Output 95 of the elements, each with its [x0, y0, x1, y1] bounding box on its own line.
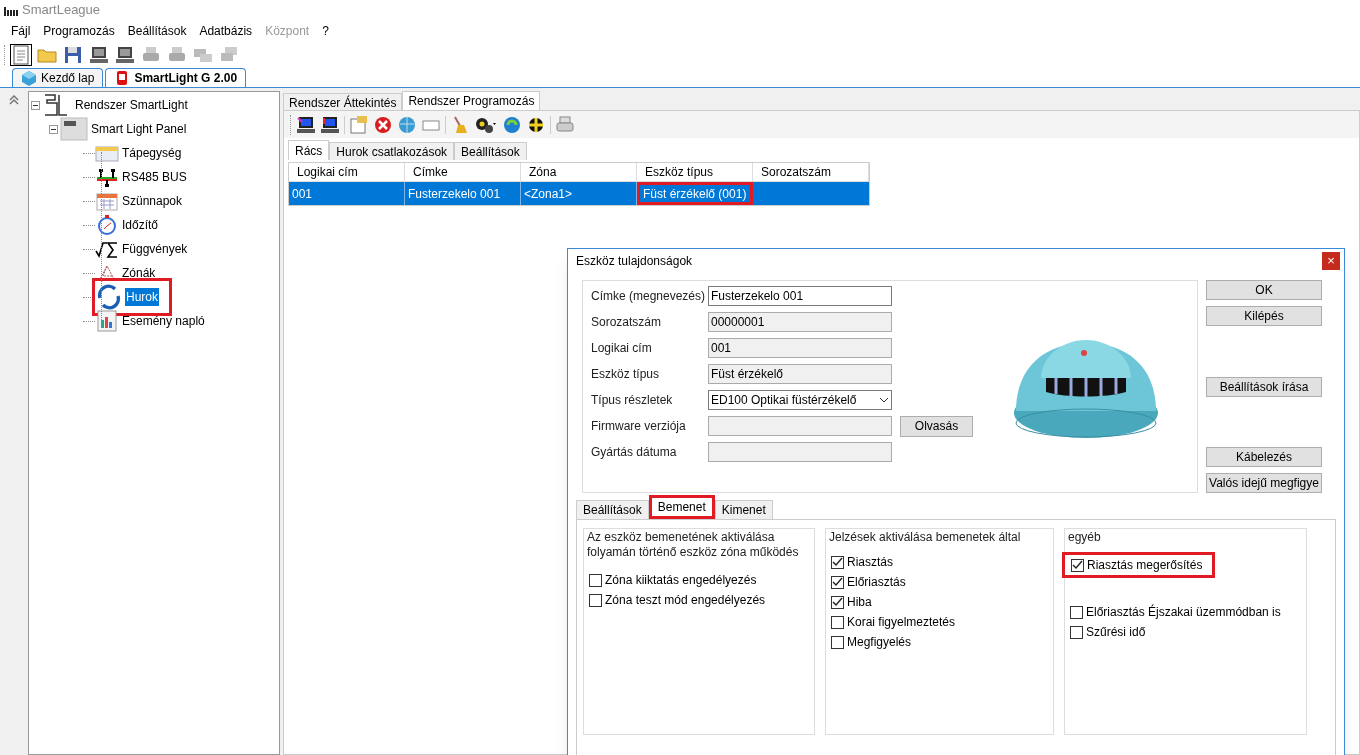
computer-icon [89, 45, 109, 65]
field-label: Gyártás dátuma [591, 444, 678, 461]
stopwatch-icon [95, 214, 119, 236]
checkmark-icon [1072, 560, 1083, 570]
document-tab[interactable]: SmartLight G 2.00 [105, 68, 247, 87]
checkbox[interactable]: Előriasztás [829, 572, 906, 592]
checkbox[interactable]: Zóna teszt mód engedélyezés [587, 590, 766, 610]
tree-item[interactable]: Szünnapok [121, 192, 184, 210]
dialog-button[interactable]: OK [1206, 280, 1322, 300]
input-field[interactable]: Fusterzekelo 001 [708, 286, 892, 306]
computer-icon [320, 114, 340, 135]
checkmark-icon [832, 577, 843, 587]
tab[interactable]: Rendszer Áttekintés [283, 93, 403, 110]
menu-item[interactable]: Beállítások [122, 21, 192, 41]
input-field: 00000001 [708, 312, 892, 332]
table-cell: Fusterzekelo 001 [405, 182, 521, 205]
table-row[interactable]: 001 Fusterzekelo 001 <Zona1> Füst érzékelő (001) [289, 182, 869, 205]
globe-icon [397, 114, 417, 135]
table-cell: <Zona1> [521, 182, 637, 205]
tree-item[interactable]: RS485 BUS [121, 168, 188, 186]
dialog-button[interactable]: Beállítások írása [1206, 376, 1322, 397]
battery-icon [95, 143, 119, 163]
menu-item[interactable]: ? [317, 21, 334, 41]
checkbox[interactable]: Előriasztás Éjszakai üzemmódban is [1068, 602, 1281, 622]
computer-icon [296, 114, 316, 135]
tree-item[interactable]: Függvények [121, 240, 189, 258]
checkbox[interactable]: Zóna kiiktatás engedélyezés [587, 570, 757, 590]
input-field: Füst érzékelő [708, 364, 892, 384]
group-title: Jelzések aktiválása bemenetek által [829, 530, 1022, 545]
network-icon [95, 167, 119, 187]
tree-item[interactable]: Hurok [125, 288, 159, 306]
loop-icon [95, 284, 123, 310]
checkbox[interactable]: Megfigyelés [829, 632, 912, 652]
chart-icon [95, 310, 119, 332]
field-label: Sorozatszám [591, 314, 663, 331]
printer-icon [555, 114, 575, 135]
dialog-button[interactable]: Valós idejű megfigye [1206, 473, 1322, 493]
tab[interactable]: Beállítások [576, 500, 649, 519]
group-title: egyéb [1068, 530, 1102, 545]
table-cell: Füst érzékelő (001) [637, 182, 753, 205]
checkbox[interactable]: Korai figyelmeztetés [829, 612, 956, 632]
field-label: Címke (megnevezés) [591, 288, 707, 305]
tree-item[interactable]: Zónák [121, 264, 157, 282]
computer-icon [115, 45, 135, 65]
close-button[interactable]: × [1322, 252, 1340, 270]
tab[interactable]: Beállítások [454, 142, 527, 160]
tree-item[interactable]: Smart Light Panel [90, 120, 188, 138]
document-icon [11, 45, 31, 65]
delete-icon [373, 114, 393, 135]
collapse-toggle[interactable] [49, 124, 58, 134]
toolbar-button[interactable] [10, 44, 32, 66]
field-label: Típus részletek [591, 392, 674, 409]
group-title: Az eszköz bemenetének aktiválása folyamán történő eszköz zóna működés [587, 530, 800, 560]
field-label: Eszköz típus [591, 366, 661, 383]
collapse-icon [9, 95, 19, 105]
dialog-button[interactable]: Kilépés [1206, 306, 1322, 326]
checkmark-icon [832, 597, 843, 607]
cube-icon [21, 70, 37, 86]
tab[interactable]: Rács [288, 140, 330, 160]
tree-item[interactable]: Tápegység [121, 144, 183, 162]
tab[interactable]: Kimenet [714, 500, 773, 519]
tab[interactable]: Hurok csatlakozások [329, 142, 455, 160]
menu-item[interactable]: Fájl [6, 21, 36, 41]
checkbox[interactable]: Riasztás [829, 552, 893, 572]
column-header[interactable]: Eszköz típus [637, 163, 753, 182]
collapse-toggle[interactable] [31, 100, 40, 110]
document-tab[interactable]: Kezdő lap [12, 68, 104, 87]
dialog-title: Eszköz tulajdonságok [576, 253, 693, 270]
toolbar-button[interactable] [114, 44, 136, 66]
window-title: SmartLeague [22, 1, 101, 20]
toolbar-button[interactable] [88, 44, 110, 66]
field-label: Firmware verziója [591, 418, 687, 435]
chevron-down-icon [879, 396, 889, 404]
toolbar-button[interactable] [62, 44, 84, 66]
menu-item[interactable]: Programozás [38, 21, 120, 41]
checkbox[interactable]: Szűrési idő [1068, 622, 1146, 642]
checkmark-icon [832, 557, 843, 567]
dropdown[interactable]: ED100 Optikai füstérzékelő [708, 390, 892, 410]
tab[interactable]: Bemenet [648, 495, 715, 519]
tab[interactable]: Rendszer Programozás [402, 91, 541, 110]
field-label: Logikai cím [591, 340, 653, 357]
tree-item[interactable]: Időzítő [121, 216, 160, 234]
checkbox[interactable]: Riasztás megerősítés [1062, 552, 1216, 578]
tree-item[interactable]: Rendszer SmartLight [74, 96, 189, 114]
menu-item[interactable]: Adatbázis [194, 21, 258, 41]
checkbox[interactable]: Hiba [829, 592, 872, 612]
refresh-icon [502, 114, 522, 135]
notes-icon [349, 114, 369, 135]
tree-item[interactable]: Esemény napló [121, 312, 206, 330]
calendar-icon [95, 191, 119, 211]
panel-icon [60, 117, 88, 141]
input-field: 001 [708, 338, 892, 358]
table-cell: 001 [289, 182, 405, 205]
dialog-button[interactable]: Kábelezés [1206, 447, 1322, 467]
formula-icon [95, 239, 119, 259]
